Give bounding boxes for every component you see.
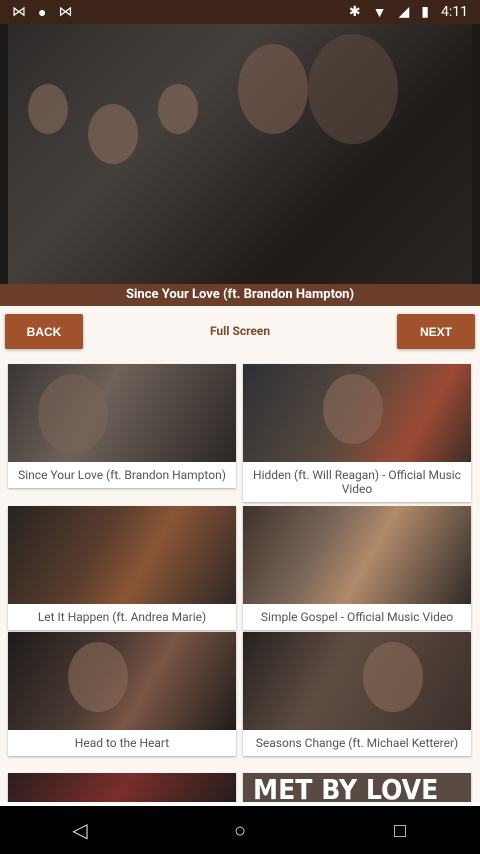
next-button[interactable]: NEXT	[397, 314, 475, 349]
video-card[interactable]: Hidden (ft. Will Reagan) - Official Musi…	[243, 364, 471, 502]
back-triangle-icon[interactable]: ◁	[50, 818, 110, 842]
now-playing-title: Since Your Love (ft. Brandon Hampton)	[0, 284, 480, 306]
video-title: Simple Gospel - Official Music Video	[260, 610, 454, 624]
video-thumbnail[interactable]	[243, 632, 471, 730]
battery-icon: ▮	[421, 4, 429, 20]
m-logo-icon: ⋈	[58, 4, 73, 20]
video-title: Hidden (ft. Will Reagan) - Official Musi…	[253, 468, 461, 496]
video-thumbnail[interactable]	[243, 364, 471, 462]
signal-icon: ◢	[398, 4, 410, 20]
video-thumbnail[interactable]	[243, 506, 471, 604]
video-card[interactable]: Let It Happen (ft. Andrea Marie)	[8, 506, 236, 630]
video-grid: Since Your Love (ft. Brandon Hampton) Hi…	[0, 356, 480, 802]
video-title: Head to the Heart	[74, 736, 170, 750]
circle-icon: ●	[38, 4, 47, 21]
thumbnail-text: MET BY LOVE	[253, 773, 439, 802]
video-card[interactable]: Since Your Love (ft. Brandon Hampton)	[8, 364, 236, 488]
video-thumbnail[interactable]	[8, 632, 236, 730]
recents-square-icon[interactable]: □	[370, 818, 430, 843]
video-card[interactable]: Seasons Change (ft. Michael Ketterer)	[243, 632, 471, 756]
video-player[interactable]	[0, 24, 480, 284]
back-button[interactable]: BACK	[5, 314, 83, 349]
player-controls: BACK Full Screen NEXT	[0, 306, 480, 356]
video-card[interactable]	[8, 773, 236, 802]
full-screen-button[interactable]: Full Screen	[180, 314, 300, 349]
status-bar: ⋈ ● ⋈ ✱ ▼ ◢ ▮ 4:11	[0, 0, 480, 24]
video-frame[interactable]	[8, 24, 472, 284]
bluetooth-icon: ✱	[348, 4, 361, 20]
m-logo-icon: ⋈	[12, 4, 26, 20]
android-nav-bar: ◁ ○ □	[0, 806, 480, 854]
video-card[interactable]: Simple Gospel - Official Music Video	[243, 506, 471, 630]
video-card[interactable]: Head to the Heart	[8, 632, 236, 756]
video-title: Let It Happen (ft. Andrea Marie)	[37, 610, 207, 624]
video-thumbnail[interactable]	[8, 506, 236, 604]
video-thumbnail[interactable]	[8, 773, 236, 802]
video-thumbnail[interactable]	[8, 364, 236, 462]
home-circle-icon[interactable]: ○	[210, 818, 270, 843]
wifi-icon: ▼	[372, 4, 387, 21]
video-title: Since Your Love (ft. Brandon Hampton)	[18, 468, 226, 482]
video-card[interactable]: MET BY LOVE	[243, 773, 471, 802]
video-thumbnail[interactable]: MET BY LOVE	[243, 773, 471, 802]
video-title: Seasons Change (ft. Michael Ketterer)	[255, 736, 459, 750]
status-time: 4:11	[441, 4, 468, 20]
